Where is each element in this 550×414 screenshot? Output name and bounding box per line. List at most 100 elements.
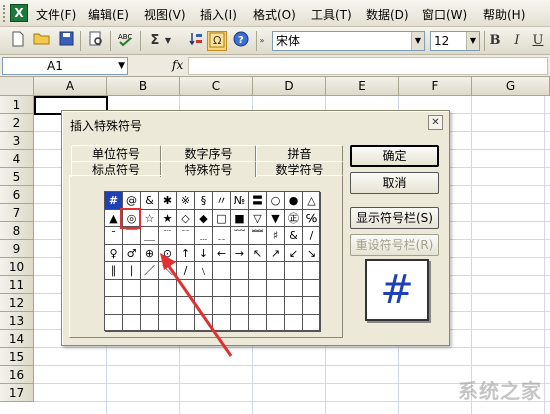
row-header[interactable]: 6 [0, 186, 34, 204]
menu-insert[interactable]: 插入(I) [200, 6, 237, 23]
menu-file[interactable]: 文件(F) [36, 6, 76, 23]
symbol-cell[interactable]: ﹊ [177, 227, 195, 245]
symbol-cell[interactable]: ﹍ [195, 227, 213, 245]
symbol-cell[interactable]: ∕ [177, 262, 195, 280]
menu-format[interactable]: 格式(O) [253, 6, 296, 23]
column-header[interactable]: G [472, 77, 550, 96]
ok-button[interactable]: 确定 [350, 145, 439, 167]
font-name-combo[interactable]: 宋体 ▼ [272, 31, 425, 51]
print-preview-icon[interactable] [86, 31, 106, 51]
column-header[interactable]: C [180, 77, 253, 96]
symbol-cell[interactable] [177, 314, 195, 332]
toolbar-options-icon[interactable]: » [258, 31, 266, 51]
symbol-cell[interactable] [231, 297, 249, 315]
symbol-cell[interactable]: □ [213, 209, 231, 227]
sort-icon[interactable] [186, 31, 206, 51]
menubar-grip[interactable] [3, 5, 7, 22]
symbol-cell[interactable] [231, 279, 249, 297]
symbol-cell[interactable]: ⊙ [159, 244, 177, 262]
row-header[interactable]: 8 [0, 222, 34, 240]
symbol-cell[interactable]: ↑ [177, 244, 195, 262]
symbol-cell[interactable] [159, 297, 177, 315]
symbol-cell[interactable] [267, 314, 285, 332]
symbol-cell[interactable] [123, 279, 141, 297]
row-header[interactable]: 14 [0, 330, 34, 348]
symbol-cell[interactable] [213, 279, 231, 297]
symbol-cell[interactable]: ♀ [105, 244, 123, 262]
symbol-cell[interactable]: / [303, 227, 321, 245]
symbol-cell[interactable]: ／ [141, 262, 159, 280]
symbol-cell[interactable]: ▽ [249, 209, 267, 227]
symbol-cell[interactable] [141, 314, 159, 332]
new-icon[interactable] [8, 31, 28, 51]
symbol-cell[interactable]: ↙ [285, 244, 303, 262]
symbol-cell[interactable]: → [231, 244, 249, 262]
symbol-cell[interactable]: ◇ [177, 209, 195, 227]
row-header[interactable]: 17 [0, 384, 34, 402]
symbol-cell[interactable] [123, 314, 141, 332]
symbol-cell[interactable] [195, 279, 213, 297]
symbol-cell[interactable]: ↓ [195, 244, 213, 262]
row-header[interactable]: 4 [0, 150, 34, 168]
row-header[interactable]: 16 [0, 366, 34, 384]
symbol-cell[interactable] [195, 297, 213, 315]
tab-unit-symbols[interactable]: 单位符号 [71, 145, 161, 161]
column-header[interactable]: A [34, 77, 107, 96]
open-icon[interactable] [32, 31, 52, 51]
symbol-cell[interactable] [105, 279, 123, 297]
column-header[interactable]: D [253, 77, 326, 96]
symbol-cell[interactable]: ↖ [249, 244, 267, 262]
symbol-cell[interactable]: ﹨ [195, 262, 213, 280]
symbol-cell[interactable]: # [105, 192, 123, 210]
row-header[interactable]: 9 [0, 240, 34, 258]
symbol-cell[interactable] [285, 314, 303, 332]
symbol-cell[interactable] [231, 314, 249, 332]
symbol-cell[interactable]: ㊣ [285, 209, 303, 227]
menu-tools[interactable]: 工具(T) [311, 6, 352, 23]
symbol-cell[interactable] [195, 314, 213, 332]
bold-button[interactable]: B [485, 31, 505, 51]
column-header[interactable]: F [399, 77, 472, 96]
symbol-cell[interactable]: ◆ [195, 209, 213, 227]
symbol-cell[interactable] [141, 297, 159, 315]
symbol-cell[interactable]: ℅ [303, 209, 321, 227]
symbol-cell[interactable]: ✱ [159, 192, 177, 210]
symbol-cell[interactable]: ★ [159, 209, 177, 227]
symbol-cell[interactable]: ○ [267, 192, 285, 210]
symbol-cell[interactable] [285, 297, 303, 315]
symbol-cell[interactable] [177, 297, 195, 315]
chevron-down-icon[interactable]: ▼ [163, 31, 173, 51]
menu-view[interactable]: 视图(V) [144, 6, 186, 23]
menu-data[interactable]: 数据(D) [366, 6, 409, 23]
symbol-cell[interactable]: ∥ [105, 262, 123, 280]
symbol-cell[interactable] [303, 279, 321, 297]
symbol-cell[interactable]: ˉ [105, 227, 123, 245]
symbol-cell[interactable] [249, 297, 267, 315]
menu-help[interactable]: 帮助(H) [483, 6, 525, 23]
formula-input[interactable] [188, 57, 548, 75]
symbol-cell[interactable] [267, 262, 285, 280]
symbol-cell[interactable] [159, 279, 177, 297]
tab-number-symbols[interactable]: 数字序号 [161, 145, 256, 161]
show-symbol-bar-button[interactable]: 显示符号栏(S) [350, 207, 439, 229]
row-header[interactable]: 11 [0, 276, 34, 294]
italic-button[interactable]: I [507, 31, 527, 51]
symbol-cell[interactable]: ▼ [267, 209, 285, 227]
underline-button[interactable]: U [528, 31, 548, 51]
row-header[interactable]: 12 [0, 294, 34, 312]
row-header[interactable]: 3 [0, 132, 34, 150]
symbol-cell[interactable]: ↗ [267, 244, 285, 262]
symbol-cell[interactable] [249, 314, 267, 332]
menu-window[interactable]: 窗口(W) [422, 6, 467, 23]
symbol-cell[interactable] [141, 279, 159, 297]
close-icon[interactable]: ✕ [428, 115, 443, 130]
symbol-cell[interactable]: ↘ [303, 244, 321, 262]
symbol-cell[interactable] [249, 262, 267, 280]
symbol-cell[interactable]: ■ [231, 209, 249, 227]
tab-pinyin[interactable]: 拼音 [256, 145, 343, 161]
select-all-corner[interactable] [0, 77, 34, 96]
symbol-cell[interactable] [267, 297, 285, 315]
symbol-cell[interactable] [213, 297, 231, 315]
symbol-cell[interactable]: ＼ [159, 262, 177, 280]
symbol-cell[interactable] [123, 297, 141, 315]
